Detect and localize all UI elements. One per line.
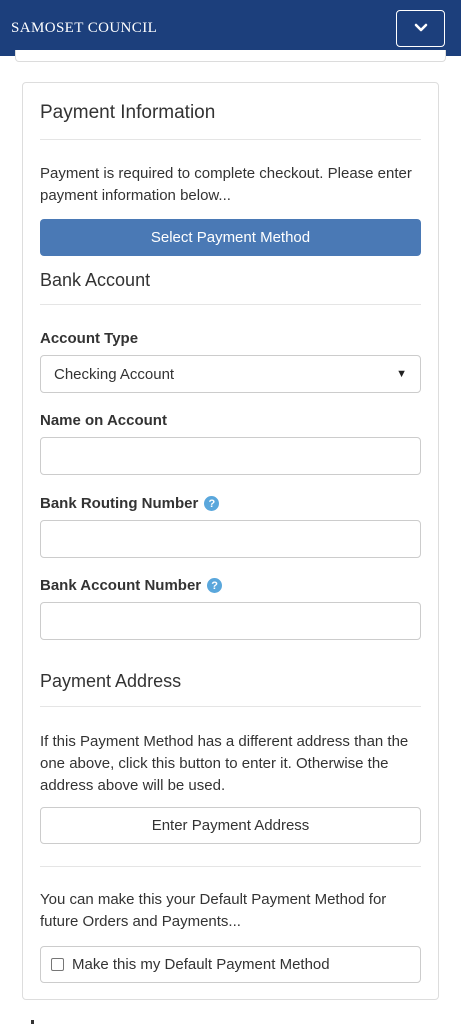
account-number-label: Bank Account Number ? xyxy=(40,577,223,594)
chevron-down-icon xyxy=(414,23,427,32)
routing-number-label: Bank Routing Number ? xyxy=(40,495,220,512)
select-payment-method-button[interactable]: Select Payment Method xyxy=(40,219,421,256)
default-payment-method-checkbox[interactable] xyxy=(51,958,64,971)
enter-payment-address-button[interactable]: Enter Payment Address xyxy=(40,807,421,844)
name-on-account-label: Name on Account xyxy=(40,412,167,429)
account-type-label-text: Account Type xyxy=(40,330,139,347)
routing-number-label-text: Bank Routing Number xyxy=(40,495,199,512)
routing-number-input[interactable] xyxy=(40,520,421,558)
nav-toggle-button[interactable] xyxy=(396,9,445,47)
account-type-value: Checking Account xyxy=(54,365,175,383)
account-number-label-text: Bank Account Number xyxy=(40,577,202,594)
default-payment-method-label: Make this my Default Payment Method xyxy=(72,956,330,973)
default-payment-method-checkbox-row[interactable]: Make this my Default Payment Method xyxy=(40,946,421,983)
divider xyxy=(40,866,421,867)
payment-address-description: If this Payment Method has a different a… xyxy=(40,733,409,794)
question-circle-icon[interactable]: ? xyxy=(204,496,220,511)
question-circle-icon[interactable]: ? xyxy=(207,578,223,593)
divider xyxy=(40,139,421,140)
payment-information-title: Payment Information xyxy=(40,102,216,123)
previous-panel-edge xyxy=(15,50,446,62)
divider xyxy=(40,304,421,305)
name-on-account-input[interactable] xyxy=(40,437,421,475)
name-on-account-label-text: Name on Account xyxy=(40,412,167,429)
caret-down-icon: ▼ xyxy=(396,368,407,380)
bank-account-title: Bank Account xyxy=(40,270,151,290)
divider xyxy=(40,706,421,707)
payment-intro-text: Payment is required to complete checkout… xyxy=(40,165,412,204)
payment-address-title: Payment Address xyxy=(40,671,182,691)
page-fragment xyxy=(31,1020,34,1024)
top-navbar: SAMOSET COUNCIL xyxy=(0,0,461,56)
account-type-label: Account Type xyxy=(40,330,138,347)
account-type-select[interactable]: Checking Account ▼ xyxy=(40,355,421,393)
brand-name[interactable]: SAMOSET COUNCIL xyxy=(11,20,157,37)
default-method-description: You can make this your Default Payment M… xyxy=(40,891,387,930)
account-number-input[interactable] xyxy=(40,602,421,640)
